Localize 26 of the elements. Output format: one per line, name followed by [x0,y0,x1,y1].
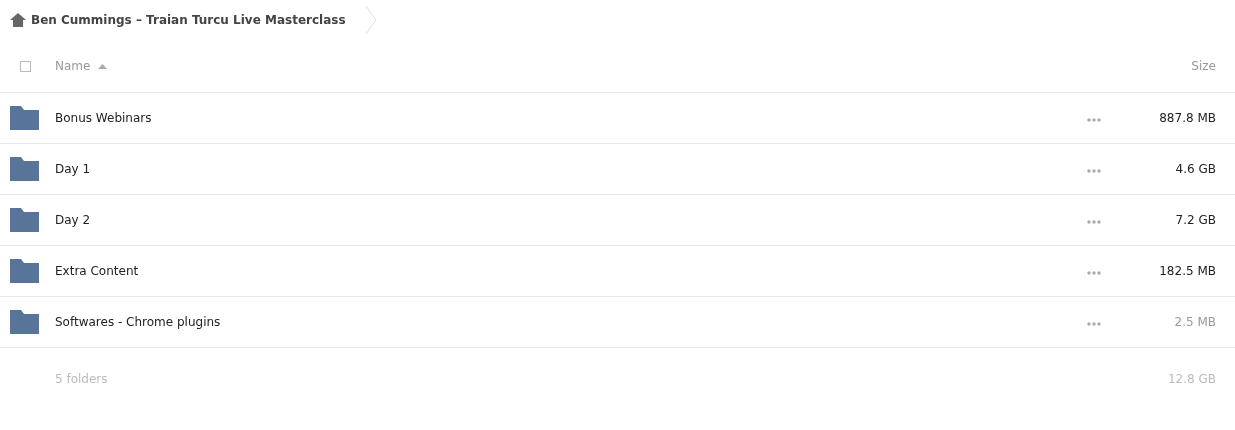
total-size: 12.8 GB [1167,372,1216,386]
folder-name[interactable]: Day 2 [55,213,91,227]
folder-size: 2.5 MB [1173,315,1216,329]
more-icon[interactable] [1087,169,1101,173]
more-icon[interactable] [1087,322,1101,326]
folder-icon [10,259,39,283]
more-icon[interactable] [1087,220,1101,224]
folder-icon [10,310,39,334]
folder-name[interactable]: Extra Content [55,264,139,278]
folder-name[interactable]: Day 1 [55,162,91,176]
folder-count: 5 folders [55,372,108,386]
folder-size: 7.2 GB [1174,213,1216,227]
breadcrumb-title[interactable]: Ben Cummings – Traian Turcu Live Masterclass [31,13,346,27]
more-icon[interactable] [1087,271,1101,275]
folder-name[interactable]: Softwares - Chrome plugins [55,315,221,329]
folder-icon [10,157,39,181]
chevron-icon [364,5,377,35]
folder-icon [10,208,39,232]
folder-size: 182.5 MB [1158,264,1216,278]
select-all-checkbox[interactable] [20,60,31,72]
folder-icon [10,106,39,130]
folder-size: 4.6 GB [1174,162,1216,176]
home-icon[interactable] [10,13,26,27]
folder-name[interactable]: Bonus Webinars [55,111,152,125]
folder-size: 887.8 MB [1158,111,1216,125]
more-icon[interactable] [1087,118,1101,122]
